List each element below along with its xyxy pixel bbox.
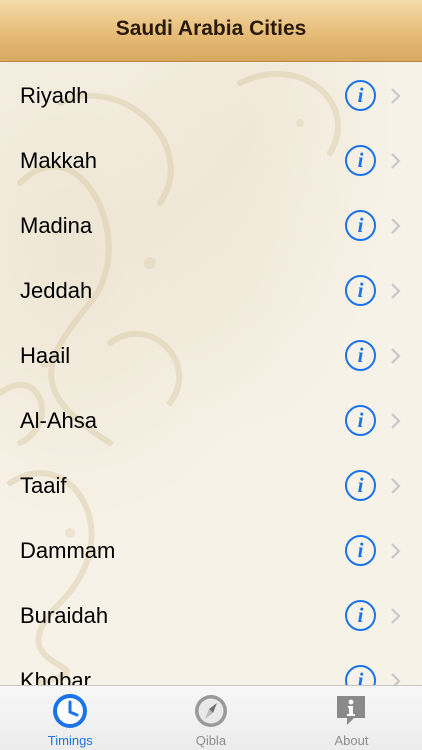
chevron-right-icon (391, 672, 401, 685)
info-icon[interactable]: i (345, 145, 376, 176)
chevron-right-icon (391, 412, 401, 429)
info-speech-bubble-icon (337, 696, 366, 725)
city-name: Riyadh (20, 82, 89, 108)
page-title: Saudi Arabia Cities (115, 16, 307, 40)
chevron-right-icon (391, 217, 401, 234)
city-name: Dammam (20, 537, 116, 563)
city-name: Makkah (20, 147, 98, 173)
chevron-right-icon (391, 347, 401, 364)
city-name: Jeddah (20, 277, 93, 303)
info-icon[interactable]: i (345, 80, 376, 111)
tab-qibla[interactable]: Qibla (141, 686, 282, 750)
chevron-right-icon (391, 282, 401, 299)
list-item[interactable]: Dammam i (0, 518, 422, 583)
info-icon[interactable]: i (345, 600, 376, 631)
list-item[interactable]: Madina i (0, 193, 422, 258)
city-list[interactable]: Riyadh i Makkah i Madina i Jeddah i Haai… (0, 63, 422, 685)
navigation-bar: Saudi Arabia Cities (0, 0, 422, 62)
chevron-right-icon (391, 542, 401, 559)
city-name: Khobar (20, 667, 91, 686)
list-item[interactable]: Taaif i (0, 453, 422, 518)
tab-label: Timings (47, 733, 93, 748)
info-icon[interactable]: i (345, 210, 376, 241)
list-item[interactable]: Haail i (0, 323, 422, 388)
chevron-right-icon (391, 477, 401, 494)
tab-label: Qibla (195, 733, 227, 748)
chevron-right-icon (391, 152, 401, 169)
info-icon[interactable]: i (345, 340, 376, 371)
info-icon[interactable]: i (345, 275, 376, 306)
list-item[interactable]: Buraidah i (0, 583, 422, 648)
chevron-right-icon (391, 607, 401, 624)
tab-label: About (334, 733, 369, 748)
info-icon[interactable]: i (345, 470, 376, 501)
city-name: Buraidah (20, 602, 109, 628)
info-icon[interactable]: i (345, 665, 376, 685)
clock-icon (53, 694, 88, 728)
info-icon[interactable]: i (345, 535, 376, 566)
list-item[interactable]: Makkah i (0, 128, 422, 193)
info-icon[interactable]: i (345, 405, 376, 436)
list-item[interactable]: Jeddah i (0, 258, 422, 323)
city-name: Madina (20, 212, 93, 238)
tab-bar: Timings Qibla About (0, 685, 422, 750)
tab-timings[interactable]: Timings (0, 686, 141, 750)
compass-icon (194, 695, 227, 727)
list-item[interactable]: Riyadh i (0, 63, 422, 128)
chevron-right-icon (391, 87, 401, 104)
city-name: Taaif (20, 472, 67, 498)
tab-about[interactable]: About (281, 686, 422, 750)
city-name: Al-Ahsa (20, 407, 98, 433)
list-item[interactable]: Khobar i (0, 648, 422, 685)
city-name: Haail (20, 342, 71, 368)
list-item[interactable]: Al-Ahsa i (0, 388, 422, 453)
